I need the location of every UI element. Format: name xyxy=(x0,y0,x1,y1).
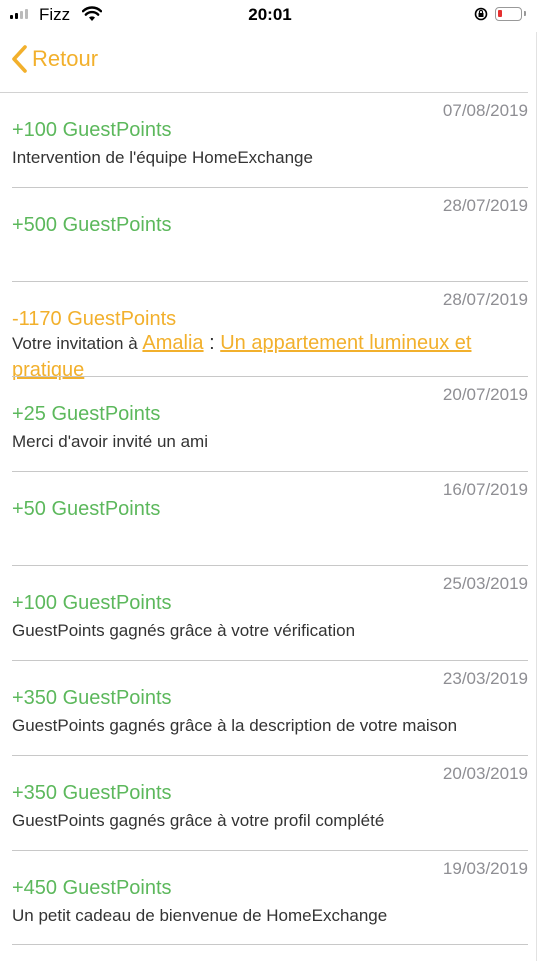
transaction-description: GuestPoints gagnés grâce à votre profil … xyxy=(12,810,385,830)
back-button-label: Retour xyxy=(32,46,99,71)
invitation-prefix: Votre invitation à xyxy=(12,334,143,354)
transaction-points: +100 GuestPoints xyxy=(12,119,172,141)
chevron-left-icon xyxy=(12,45,27,73)
scroll-edge xyxy=(536,32,537,961)
transaction-points: +500 GuestPoints xyxy=(12,213,172,236)
transaction-points: +450 GuestPoints xyxy=(12,876,172,899)
transaction-date: 25/03/2019 xyxy=(442,574,528,594)
guestpoints-history-list: 07/08/2019 +100 GuestPoints Intervention… xyxy=(0,93,540,946)
list-item: 28/07/2019 -1170 GuestPoints Votre invit… xyxy=(0,282,540,381)
transaction-date: 19/03/2019 xyxy=(442,858,528,878)
transaction-points: +50 GuestPoints xyxy=(12,497,161,520)
transaction-description: Intervention de l'équipe HomeExchange xyxy=(12,148,313,167)
invitation-separator: : xyxy=(203,332,221,355)
transaction-date: 20/07/2019 xyxy=(442,385,528,405)
transaction-points: -1170 GuestPoints xyxy=(12,308,177,331)
transaction-points: +100 GuestPoints xyxy=(12,592,172,615)
row-divider xyxy=(12,944,528,946)
list-item: 07/08/2019 +100 GuestPoints Intervention… xyxy=(0,93,540,188)
list-item: 25/03/2019 +100 GuestPoints GuestPoints … xyxy=(0,566,540,662)
list-item: 20/03/2019 +350 GuestPoints GuestPoints … xyxy=(0,756,540,851)
transaction-description: GuestPoints gagnés grâce à la descriptio… xyxy=(12,716,458,736)
transaction-date: 07/08/2019 xyxy=(442,101,528,120)
transaction-date: 20/03/2019 xyxy=(442,763,528,783)
back-button[interactable]: Retour xyxy=(10,44,98,74)
host-link[interactable]: Amalia xyxy=(142,332,203,354)
list-item: 19/03/2019 +450 GuestPoints Un petit cad… xyxy=(0,851,540,946)
transaction-date: 28/07/2019 xyxy=(442,290,528,310)
transaction-points: +350 GuestPoints xyxy=(12,781,172,804)
clock: 20:01 xyxy=(248,5,292,24)
transaction-date: 16/07/2019 xyxy=(442,479,528,499)
transaction-points: +25 GuestPoints xyxy=(12,403,161,426)
transaction-date: 23/03/2019 xyxy=(442,669,528,689)
list-item: 16/07/2019 +50 GuestPoints xyxy=(0,472,540,567)
battery-icon xyxy=(495,7,526,21)
transaction-description: Merci d'avoir invité un ami xyxy=(12,432,208,452)
status-bar: Fizz 20:01 xyxy=(0,0,540,32)
list-item: 20/07/2019 +25 GuestPoints Merci d'avoir… xyxy=(0,377,540,472)
navigation-bar: Retour xyxy=(0,38,540,92)
transaction-description: Un petit cadeau de bienvenue de HomeExch… xyxy=(12,905,388,925)
transaction-date: 28/07/2019 xyxy=(442,195,528,215)
rotation-lock-icon xyxy=(474,7,488,21)
transaction-description: GuestPoints gagnés grâce à votre vérific… xyxy=(12,621,356,641)
transaction-points: +350 GuestPoints xyxy=(12,687,172,710)
list-item: 23/03/2019 +350 GuestPoints GuestPoints … xyxy=(0,661,540,756)
list-item: 28/07/2019 +500 GuestPoints xyxy=(0,188,540,283)
